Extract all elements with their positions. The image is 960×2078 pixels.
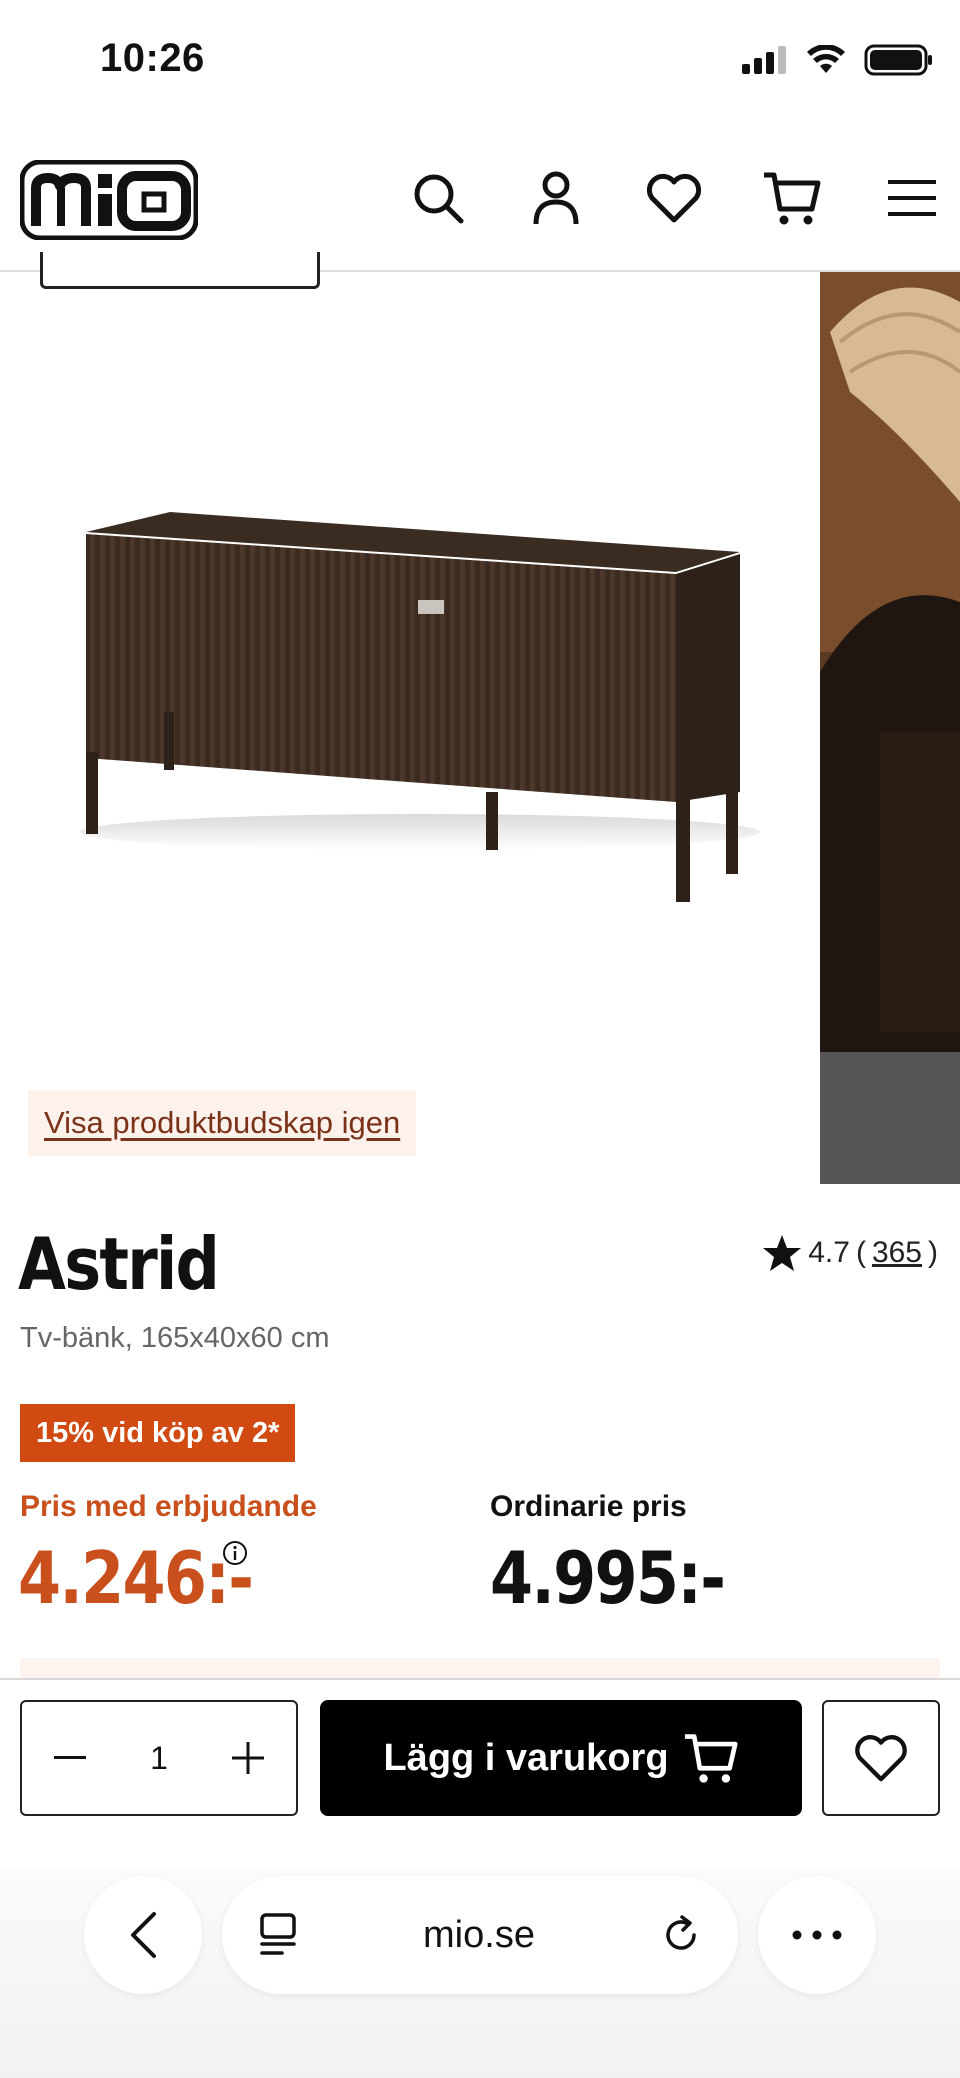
search-icon[interactable]: [408, 168, 468, 228]
regular-price-label: Ordinarie pris: [490, 1490, 687, 1523]
product-title: Astrid: [18, 1222, 220, 1306]
browser-back-button[interactable]: [84, 1876, 202, 1994]
minus-icon: [54, 1756, 86, 1759]
menu-icon[interactable]: [882, 168, 942, 228]
address-bar[interactable]: mio.se: [222, 1876, 738, 1994]
status-icons: [740, 44, 934, 76]
signal-icon: [742, 46, 786, 74]
browser-more-button[interactable]: [758, 1876, 876, 1994]
heart-icon: [855, 1735, 907, 1782]
product-description: Tv-bänk, 165x40x60 cm: [20, 1322, 330, 1354]
more-icon: [792, 1930, 842, 1940]
offer-price: 4.246:-: [18, 1536, 254, 1620]
info-strip: [20, 1658, 940, 1678]
product-image[interactable]: [0, 272, 818, 1184]
chevron-left-icon: [131, 1912, 156, 1958]
info-icon[interactable]: [222, 1540, 248, 1566]
product-rating[interactable]: 4.7 (365): [762, 1234, 938, 1272]
product-image-next[interactable]: [820, 272, 960, 1184]
increase-quantity-button[interactable]: [226, 1736, 270, 1780]
wishlist-icon[interactable]: [644, 168, 704, 228]
plus-icon: [231, 1742, 264, 1774]
quantity-stepper[interactable]: 1: [20, 1700, 298, 1816]
rating-value: 4.7: [808, 1236, 850, 1269]
add-to-cart-label: Lägg i varukorg: [383, 1736, 669, 1779]
cart-icon[interactable]: [762, 168, 822, 228]
battery-icon: [864, 44, 932, 76]
review-count-link[interactable]: 365: [872, 1236, 922, 1270]
url-text: mio.se: [423, 1913, 535, 1956]
regular-price: 4.995:-: [490, 1536, 726, 1620]
reload-icon[interactable]: [660, 1914, 702, 1956]
mio-logo[interactable]: [20, 160, 198, 240]
wifi-icon: [807, 45, 845, 73]
quantity-value[interactable]: 1: [150, 1740, 168, 1777]
status-time: 10:26: [100, 36, 205, 80]
rating-paren-close: ): [928, 1236, 938, 1269]
promo-badge: 15% vid köp av 2*: [20, 1404, 296, 1462]
tabs-icon[interactable]: [258, 1913, 298, 1957]
offer-price-label: Pris med erbjudande: [20, 1490, 317, 1523]
decrease-quantity-button[interactable]: [48, 1736, 92, 1780]
star-icon: [763, 1235, 802, 1271]
image-badge-outline: [40, 252, 320, 289]
account-icon[interactable]: [526, 168, 586, 228]
cart-icon: [684, 1734, 738, 1783]
add-to-cart-button[interactable]: Lägg i varukorg: [320, 1700, 802, 1816]
show-product-message-link[interactable]: Visa produktbudskap igen: [28, 1090, 417, 1156]
rating-paren-open: (: [855, 1236, 866, 1269]
add-to-wishlist-button[interactable]: [822, 1700, 940, 1816]
